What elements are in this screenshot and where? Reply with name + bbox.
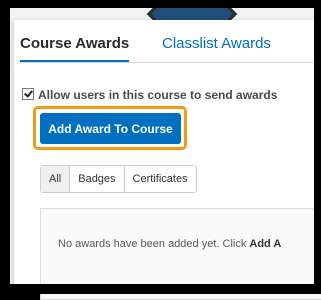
filter-badges[interactable]: Badges bbox=[70, 166, 125, 192]
screen-edge-right bbox=[314, 0, 321, 294]
tabs-divider bbox=[20, 62, 320, 63]
tab-classlist-awards[interactable]: Classlist Awards bbox=[162, 34, 271, 54]
add-award-to-course-button[interactable]: Add Award To Course bbox=[40, 113, 181, 144]
award-type-filter: All Badges Certificates bbox=[40, 165, 197, 193]
screen-edge-bottom bbox=[0, 284, 321, 294]
filter-certificates[interactable]: Certificates bbox=[125, 166, 196, 192]
empty-message-link[interactable]: Add A bbox=[249, 238, 281, 250]
allow-awards-label: Allow users in this course to send award… bbox=[38, 88, 278, 102]
empty-message-text: No awards have been added yet. Click bbox=[58, 238, 250, 250]
allow-awards-setting: Allow users in this course to send award… bbox=[22, 88, 277, 102]
empty-awards-message: No awards have been added yet. Click Add… bbox=[58, 238, 281, 250]
allow-awards-checkbox[interactable] bbox=[22, 88, 34, 100]
filter-all[interactable]: All bbox=[41, 166, 71, 192]
tab-course-awards[interactable]: Course Awards bbox=[20, 34, 130, 63]
